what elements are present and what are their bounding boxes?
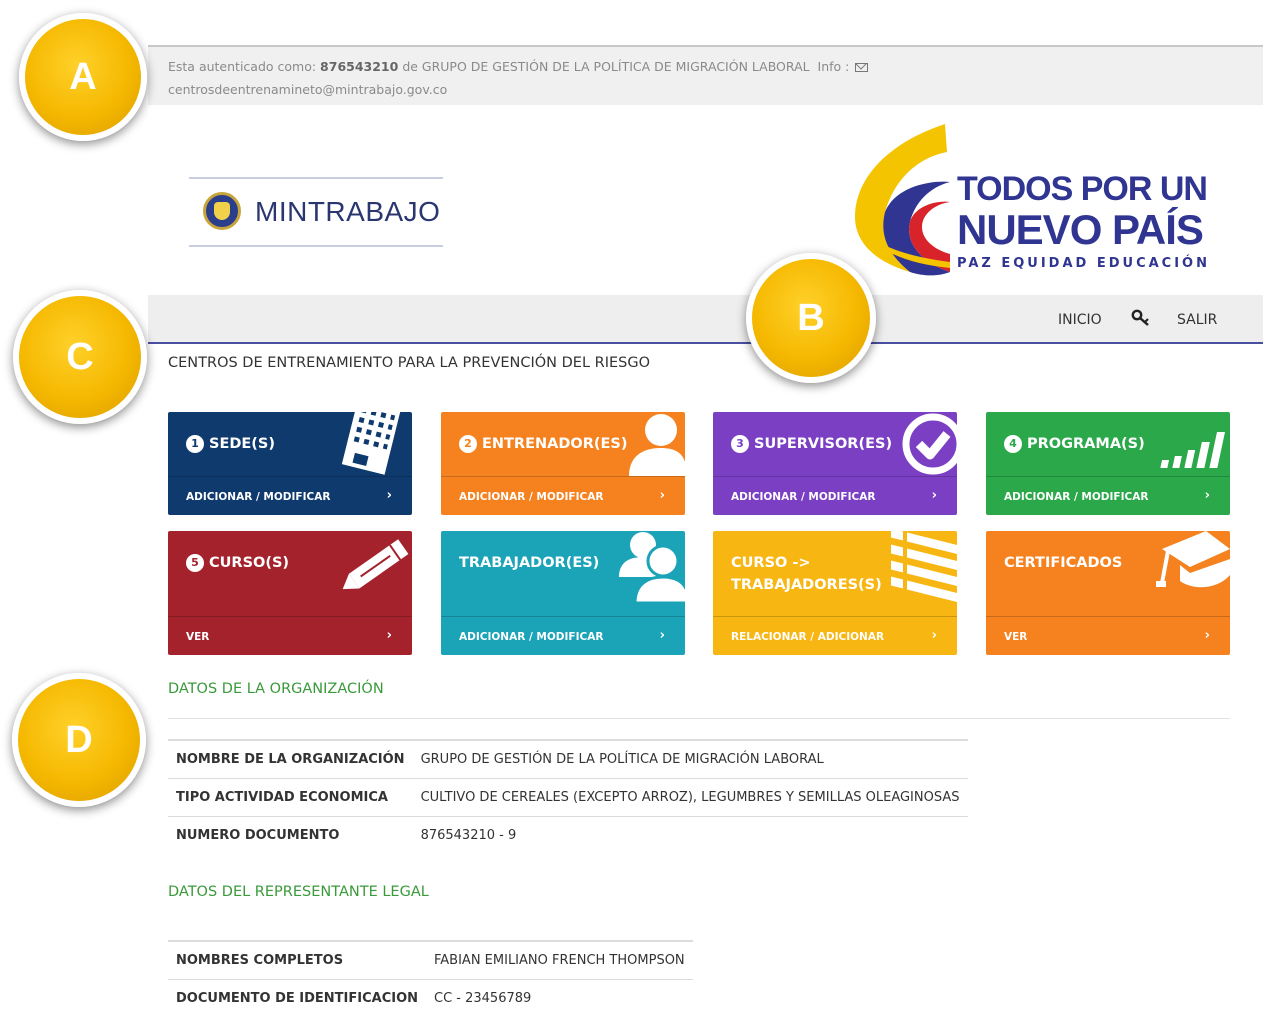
tile-action: VER xyxy=(186,631,209,643)
chevron-right-icon: › xyxy=(660,488,665,503)
row-label: TIPO ACTIVIDAD ECONOMICA xyxy=(168,779,413,817)
graduation-cap-icon xyxy=(1154,531,1230,597)
tile-title: CURSO(S) xyxy=(209,555,289,571)
tile-title: ENTRENADOR(ES) xyxy=(482,436,628,452)
auth-email[interactable]: centrosdeentrenamineto@mintrabajo.gov.co xyxy=(168,78,447,101)
table-row: NOMBRE DE LA ORGANIZACIÓN GRUPO DE GESTI… xyxy=(168,740,968,779)
auth-line: Esta autenticado como: 876543210 de GRUP… xyxy=(168,55,868,78)
chevron-right-icon: › xyxy=(387,488,392,503)
auth-user-id: 876543210 xyxy=(320,59,398,74)
tile-action: ADICIONAR / MODIFICAR xyxy=(1004,491,1148,503)
tile-action: RELACIONAR / ADICIONAR xyxy=(731,631,884,643)
chevron-right-icon: › xyxy=(1205,488,1210,503)
tile-number: 4 xyxy=(1004,435,1022,453)
tile-action-bar[interactable]: ADICIONAR / MODIFICAR › xyxy=(168,476,412,515)
tile-number: 5 xyxy=(186,554,204,572)
org-section-title: DATOS DE LA ORGANIZACIÓN xyxy=(168,681,384,697)
tile-action: ADICIONAR / MODIFICAR xyxy=(459,631,603,643)
tile-action-bar[interactable]: ADICIONAR / MODIFICAR › xyxy=(986,476,1230,515)
tile-title: SEDE(S) xyxy=(209,436,275,452)
tile-title: TRABAJADOR(ES) xyxy=(459,555,599,571)
table-row: NOMBRES COMPLETOS FABIAN EMILIANO FRENCH… xyxy=(168,941,693,980)
row-value: FABIAN EMILIANO FRENCH THOMPSON xyxy=(426,941,693,980)
table-row: NUMERO DOCUMENTO 876543210 - 9 xyxy=(168,817,968,855)
callout-d: D xyxy=(12,673,146,807)
tile-title: PROGRAMA(S) xyxy=(1027,436,1145,452)
todos-por-un-nuevo-pais-logo: TODOS POR UN NUEVO PAÍS PAZ EQUIDAD EDUC… xyxy=(850,122,1195,282)
info-label: Info : xyxy=(818,59,850,74)
row-label: NOMBRES COMPLETOS xyxy=(168,941,426,980)
chevron-right-icon: › xyxy=(932,488,937,503)
rep-section-title: DATOS DEL REPRESENTANTE LEGAL xyxy=(168,884,429,900)
tile-entrenadores[interactable]: 2 ENTRENADOR(ES) ADICIONAR / MODIFICAR › xyxy=(441,412,685,515)
tile-title: CURSO -> TRABAJADORES(S) xyxy=(731,552,871,596)
org-table: NOMBRE DE LA ORGANIZACIÓN GRUPO DE GESTI… xyxy=(168,739,968,854)
tile-sedes[interactable]: 1 SEDE(S) ADICIONAR / MODIFICAR › xyxy=(168,412,412,515)
tile-programas[interactable]: 4 PROGRAMA(S) ADICIONAR / MODIFICAR › xyxy=(986,412,1230,515)
list-icon xyxy=(885,531,957,603)
users-icon xyxy=(613,531,685,603)
tile-action: ADICIONAR / MODIFICAR xyxy=(186,491,330,503)
tile-certificados[interactable]: CERTIFICADOS VER › xyxy=(986,531,1230,655)
coat-of-arms-icon xyxy=(203,192,241,230)
tile-action: ADICIONAR / MODIFICAR xyxy=(731,491,875,503)
tile-title: SUPERVISOR(ES) xyxy=(754,436,892,452)
tile-action-bar[interactable]: VER › xyxy=(168,616,412,655)
tile-trabajadores[interactable]: TRABAJADOR(ES) ADICIONAR / MODIFICAR › xyxy=(441,531,685,655)
tile-number: 2 xyxy=(459,435,477,453)
page-title: CENTROS DE ENTRENAMIENTO PARA LA PREVENC… xyxy=(168,355,650,371)
tile-cursos[interactable]: 5 CURSO(S) VER › xyxy=(168,531,412,655)
pencil-icon xyxy=(340,535,412,597)
callout-b: B xyxy=(746,253,876,383)
mail-icon[interactable] xyxy=(855,63,868,72)
tile-supervisores[interactable]: 3 SUPERVISOR(ES) ADICIONAR / MODIFICAR › xyxy=(713,412,957,515)
nav-home-link[interactable]: INICIO xyxy=(1058,312,1102,328)
chevron-right-icon: › xyxy=(660,628,665,643)
row-label: NOMBRE DE LA ORGANIZACIÓN xyxy=(168,740,413,779)
table-row: TIPO ACTIVIDAD ECONOMICA CULTIVO DE CERE… xyxy=(168,779,968,817)
user-icon xyxy=(621,412,685,478)
tile-action-bar[interactable]: ADICIONAR / MODIFICAR › xyxy=(713,476,957,515)
nav-logout-link[interactable]: SALIR xyxy=(1177,312,1217,328)
colombia-flag-swoosh-icon xyxy=(850,122,960,282)
row-label: NUMERO DOCUMENTO xyxy=(168,817,413,855)
chevron-right-icon: › xyxy=(1205,628,1210,643)
table-row: DOCUMENTO DE IDENTIFICACION CC - 2345678… xyxy=(168,980,693,1017)
row-label: DOCUMENTO DE IDENTIFICACION xyxy=(168,980,426,1017)
chevron-right-icon: › xyxy=(932,628,937,643)
auth-bar: Esta autenticado como: 876543210 de GRUP… xyxy=(148,45,1263,105)
divider xyxy=(168,718,1230,719)
tile-action-bar[interactable]: VER › xyxy=(986,616,1230,655)
tile-number: 3 xyxy=(731,435,749,453)
row-value: GRUPO DE GESTIÓN DE LA POLÍTICA DE MIGRA… xyxy=(413,740,968,779)
callout-c: C xyxy=(13,290,147,424)
rep-table: NOMBRES COMPLETOS FABIAN EMILIANO FRENCH… xyxy=(168,940,693,1017)
tile-number: 1 xyxy=(186,435,204,453)
tile-title: CERTIFICADOS xyxy=(1004,555,1122,571)
top-nav: INICIO SALIR xyxy=(148,295,1263,344)
tile-action: VER xyxy=(1004,631,1027,643)
tile-action-bar[interactable]: ADICIONAR / MODIFICAR › xyxy=(441,616,685,655)
row-value: CC - 23456789 xyxy=(426,980,693,1017)
row-value: 876543210 - 9 xyxy=(413,817,968,855)
building-icon xyxy=(334,412,404,476)
row-value: CULTIVO DE CEREALES (EXCEPTO ARROZ), LEG… xyxy=(413,779,968,817)
tile-action-bar[interactable]: RELACIONAR / ADICIONAR › xyxy=(713,616,957,655)
check-circle-icon xyxy=(895,412,957,478)
tile-action: ADICIONAR / MODIFICAR xyxy=(459,491,603,503)
signal-bars-icon xyxy=(1154,432,1230,478)
mintrabajo-logo: MINTRABAJO xyxy=(189,177,443,247)
key-icon[interactable] xyxy=(1131,309,1151,327)
tile-curso-trabajadores[interactable]: CURSO -> TRABAJADORES(S) RELACIONAR / AD… xyxy=(713,531,957,655)
tile-action-bar[interactable]: ADICIONAR / MODIFICAR › xyxy=(441,476,685,515)
callout-a: A xyxy=(19,13,147,141)
chevron-right-icon: › xyxy=(387,628,392,643)
